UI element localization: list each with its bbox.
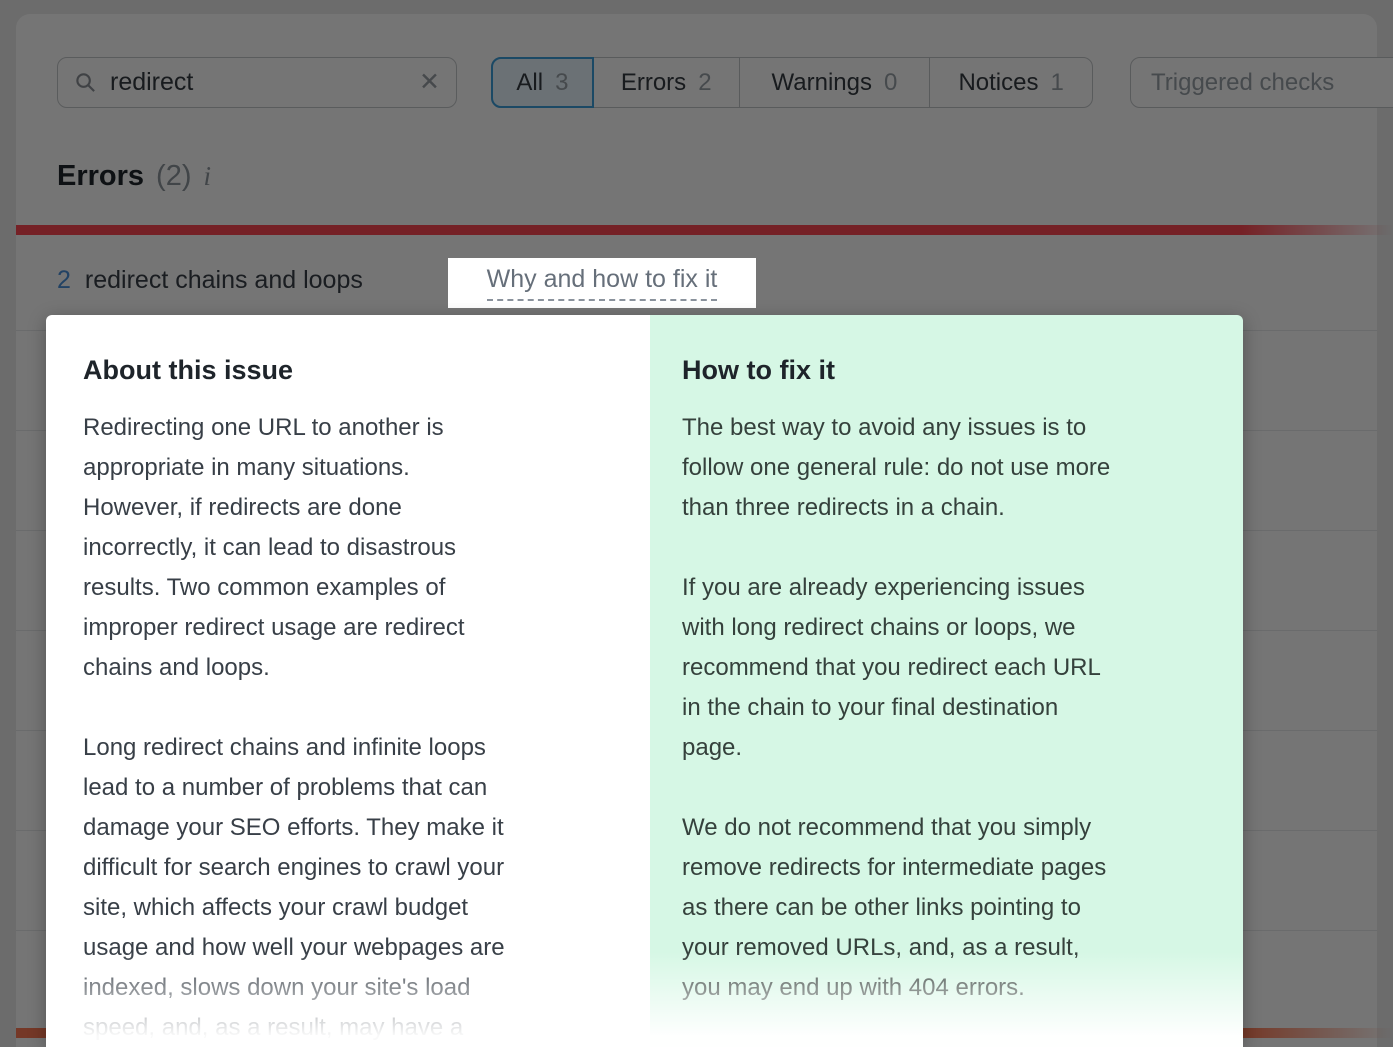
fix-paragraph: We do not recommend that you simply remo… — [682, 808, 1215, 1008]
about-paragraph: Long redirect chains and infinite loops … — [83, 728, 618, 1047]
site-audit-screen: ✕ All 3 Errors 2 Warnings 0 Notices 1 Tr… — [0, 0, 1393, 1047]
about-title: About this issue — [83, 355, 618, 386]
fix-paragraph: If you are already experiencing issues w… — [682, 568, 1215, 768]
issue-details-popup: About this issue Redirecting one URL to … — [46, 315, 1243, 1047]
why-and-how-to-fix-link[interactable]: Why and how to fix it — [448, 258, 756, 308]
how-to-fix-panel: How to fix it The best way to avoid any … — [650, 315, 1243, 1047]
why-link-label: Why and how to fix it — [487, 265, 718, 301]
about-paragraph: Redirecting one URL to another is approp… — [83, 408, 618, 688]
fix-paragraph: The best way to avoid any issues is to f… — [682, 408, 1215, 528]
fix-title: How to fix it — [682, 355, 1215, 386]
about-this-issue-panel: About this issue Redirecting one URL to … — [46, 315, 650, 1047]
